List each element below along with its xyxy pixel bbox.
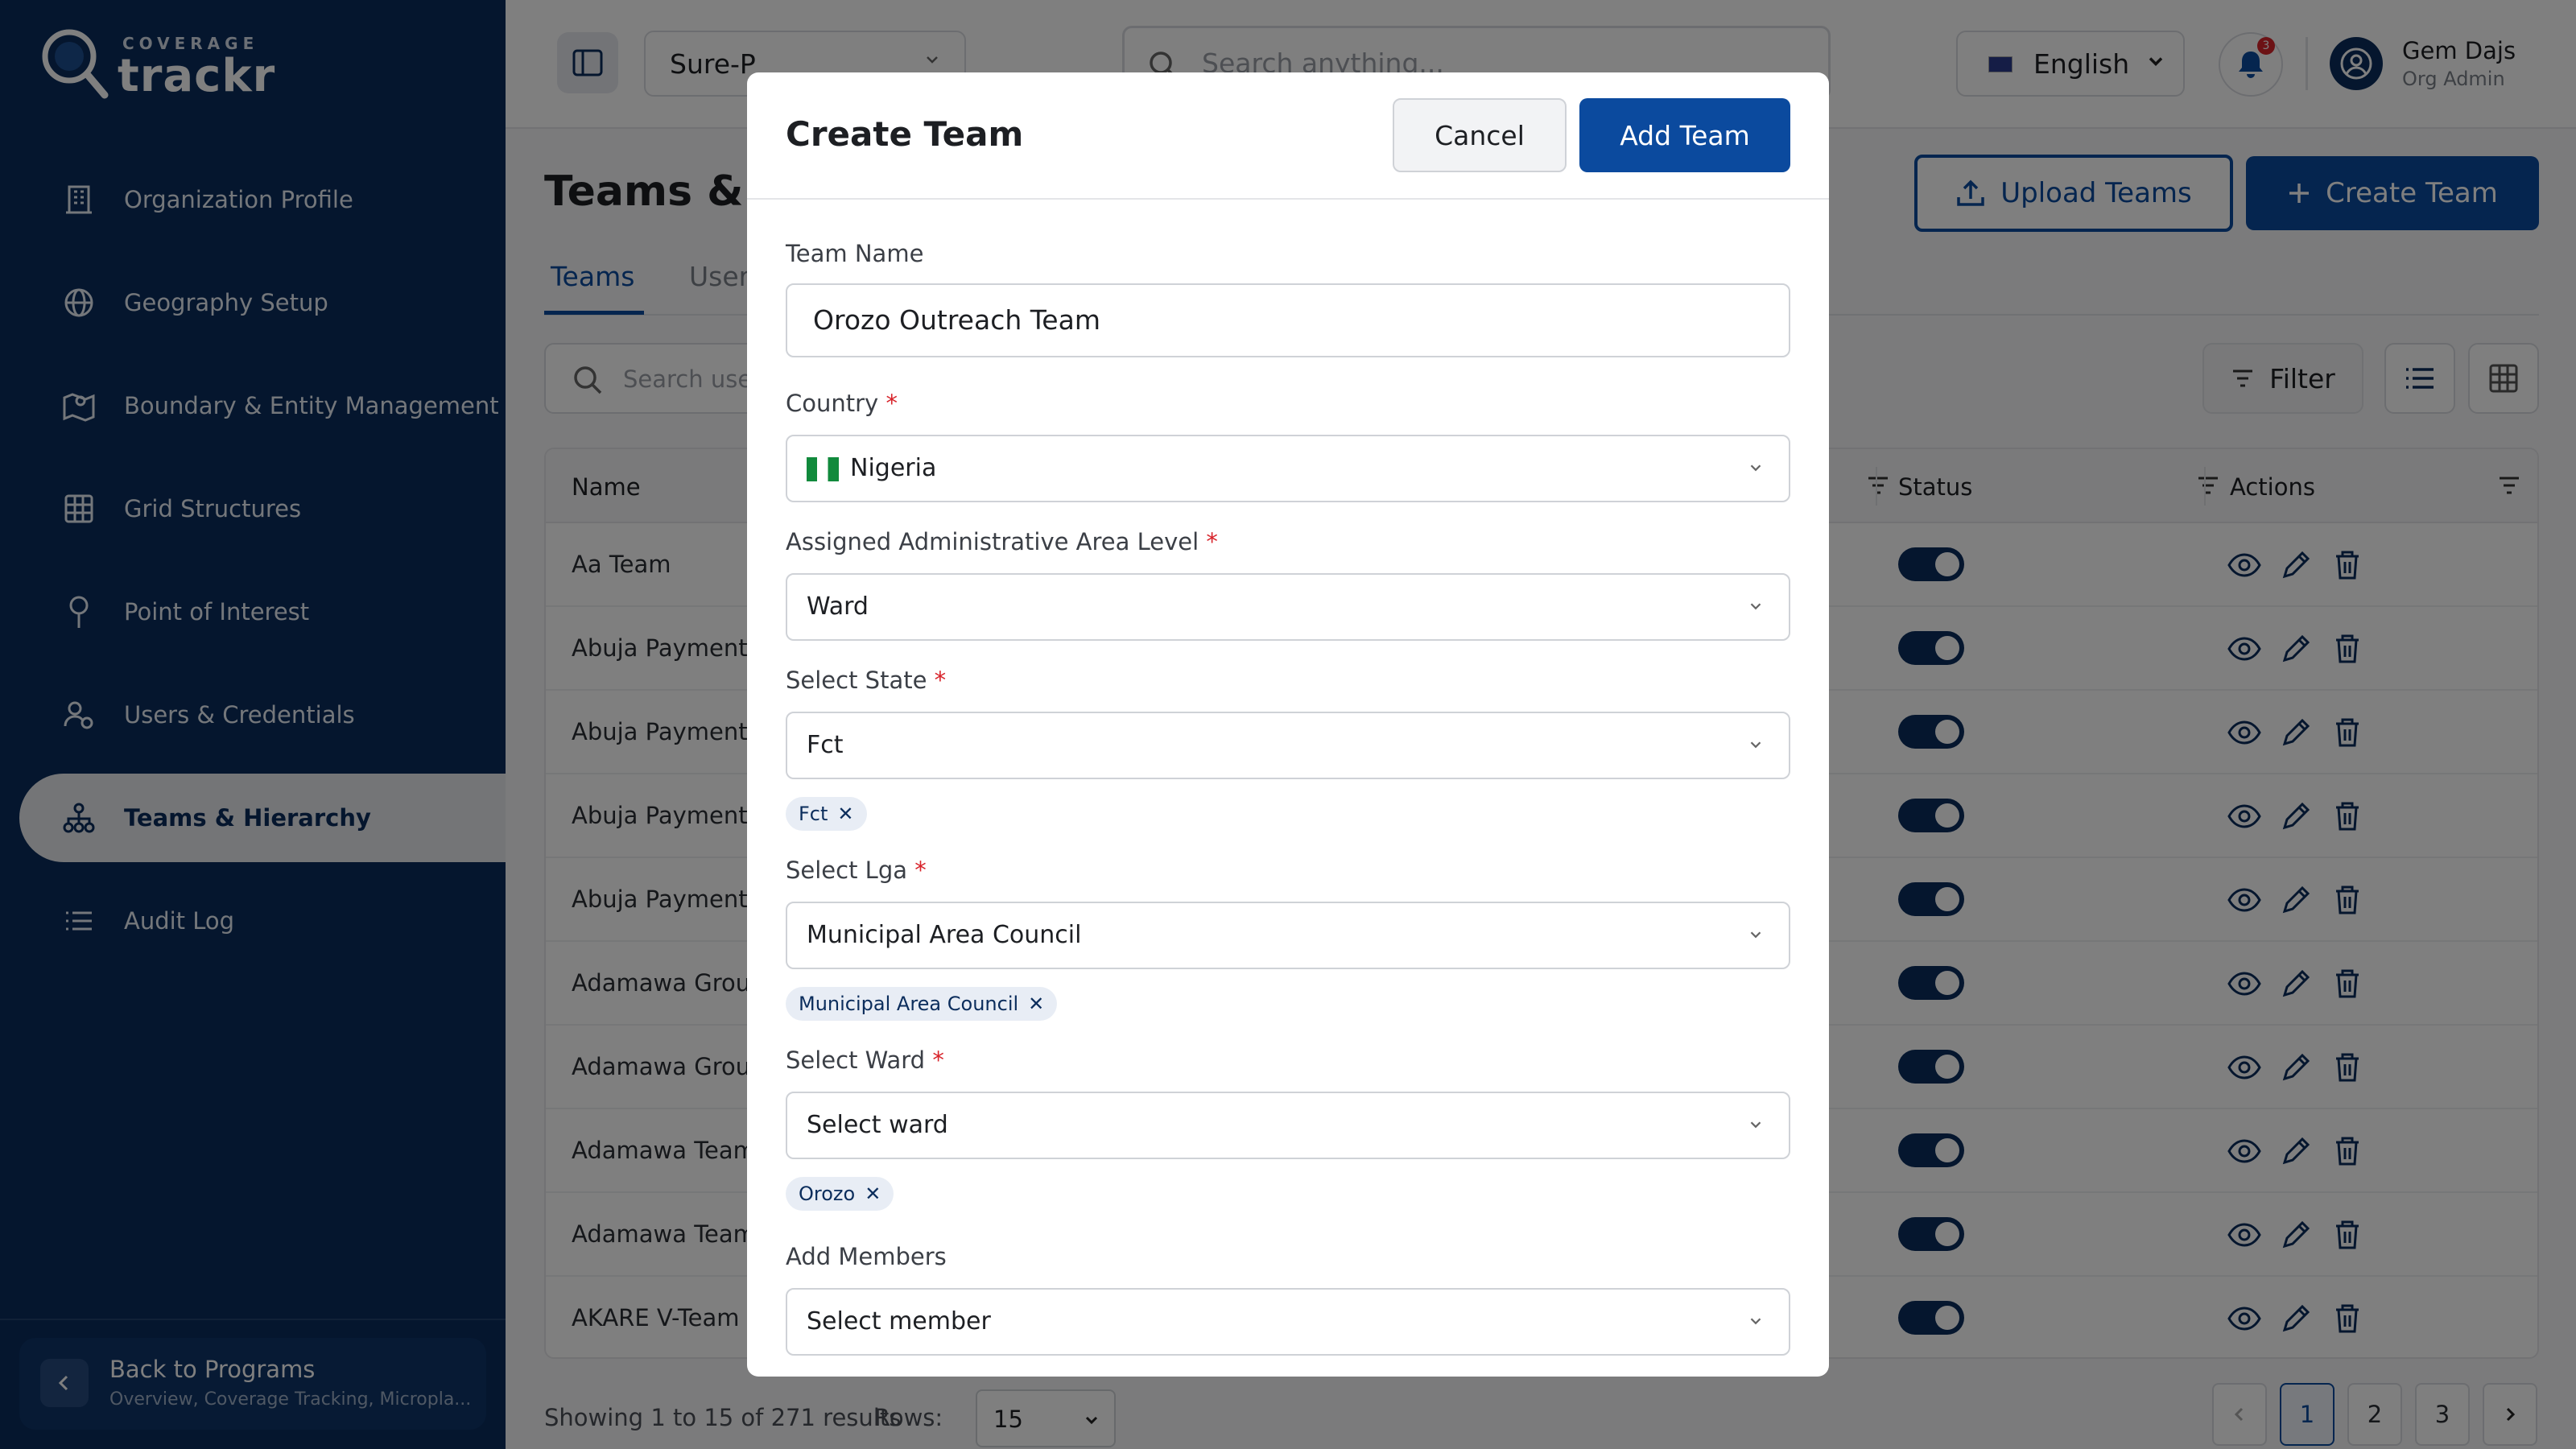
chevron-down-icon [1750,603,1761,610]
required-asterisk: * [932,1046,944,1074]
country-label: Country * [786,390,898,417]
admin-level-select[interactable]: Ward [786,573,1790,641]
remove-chip-icon[interactable]: ✕ [1028,993,1044,1015]
chevron-down-icon [1750,464,1761,472]
team-name-input[interactable]: Orozo Outreach Team [786,283,1790,357]
lga-select[interactable]: Municipal Area Council [786,902,1790,969]
state-value: Fct [807,731,844,759]
admin-level-value: Ward [807,592,869,621]
admin-level-label: Assigned Administrative Area Level * [786,528,1218,555]
lga-label-text: Select Lga [786,857,908,884]
ward-select[interactable]: Select ward [786,1092,1790,1159]
chevron-down-icon [1750,1121,1761,1129]
remove-chip-icon[interactable]: ✕ [865,1183,881,1205]
chevron-down-icon [1750,1318,1761,1325]
add-team-button[interactable]: Add Team [1579,98,1790,172]
remove-chip-icon[interactable]: ✕ [837,803,853,825]
ward-chip: Orozo ✕ [786,1177,894,1211]
required-asterisk: * [914,857,927,884]
members-select[interactable]: Select member [786,1288,1790,1356]
lga-value: Municipal Area Council [807,921,1082,949]
lga-chip: Municipal Area Council ✕ [786,987,1058,1021]
country-value: Nigeria [850,454,937,482]
team-name-label: Team Name [786,240,924,267]
chevron-down-icon [1750,931,1761,939]
country-label-text: Country [786,390,879,417]
ward-label: Select Ward * [786,1046,944,1074]
nigeria-flag-icon [807,456,839,481]
members-label: Add Members [786,1243,947,1270]
state-select[interactable]: Fct [786,712,1790,779]
chevron-down-icon [1750,741,1761,749]
members-placeholder: Select member [807,1307,991,1335]
ward-chip-label: Orozo [799,1183,856,1205]
create-team-modal: Create Team Cancel Add Team Team Name Or… [747,72,1829,1377]
state-label-text: Select State [786,667,927,694]
required-asterisk: * [886,390,898,417]
lga-chip-label: Municipal Area Council [799,993,1019,1015]
required-asterisk: * [934,667,947,694]
country-select[interactable]: Nigeria [786,435,1790,502]
cancel-button[interactable]: Cancel [1393,98,1567,172]
required-asterisk: * [1206,528,1218,555]
ward-placeholder: Select ward [807,1111,948,1139]
ward-label-text: Select Ward [786,1046,926,1074]
modal-header: Create Team Cancel Add Team [747,72,1829,200]
state-label: Select State * [786,667,946,694]
state-chip-label: Fct [799,803,828,825]
admin-level-label-text: Assigned Administrative Area Level [786,528,1199,555]
modal-title: Create Team [786,114,1024,154]
lga-label: Select Lga * [786,857,927,884]
state-chip: Fct ✕ [786,797,867,831]
